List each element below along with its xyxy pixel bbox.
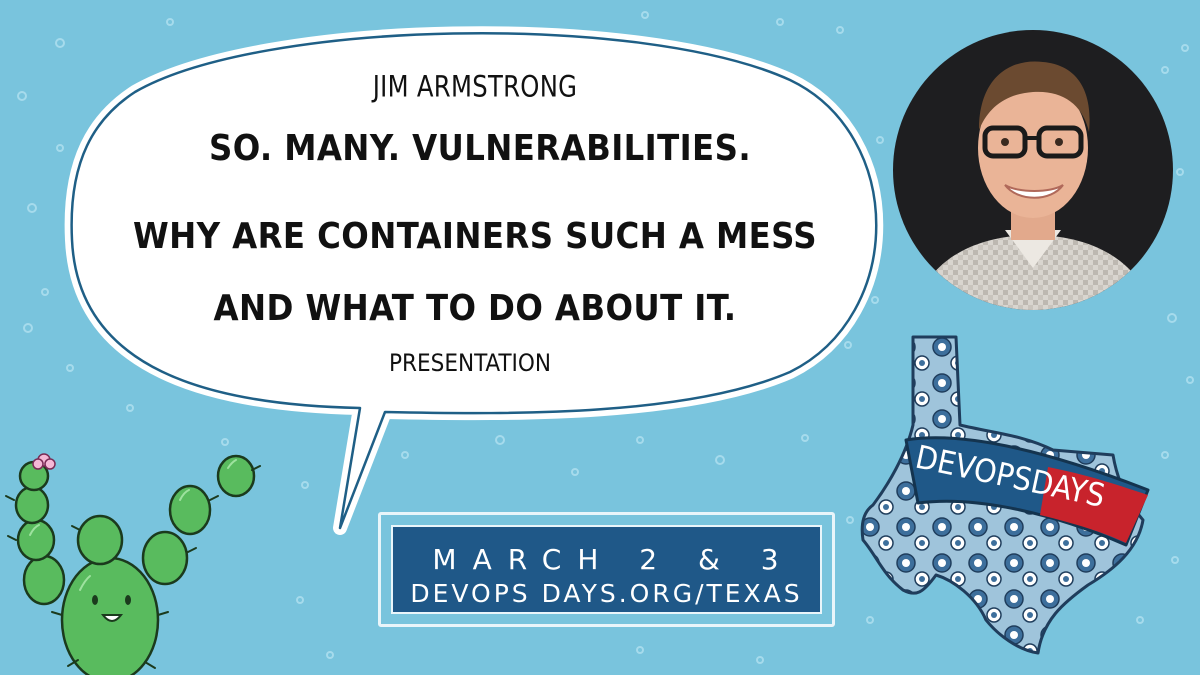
speaker-photo (893, 30, 1173, 310)
talk-title-line-1: SO. MANY. VULNERABILITIES. (208, 128, 752, 169)
devopsdays-texas-logo: DEVOPSDAYS (860, 335, 1150, 655)
presentation-type: PRESENTATION (388, 349, 552, 377)
speaker-name: JIM ARMSTRONG (372, 70, 578, 105)
talk-title-line-2: WHY ARE CONTAINERS SUCH A MESS AND WHAT … (132, 216, 818, 329)
event-dates: MARCH 2 & 3 (432, 543, 795, 576)
event-date-panel: MARCH 2 & 3 DEVOPS DAYS.ORG/TEXAS (391, 525, 822, 614)
cactus-illustration (5, 453, 261, 675)
event-url[interactable]: DEVOPS DAYS.ORG/TEXAS (393, 579, 820, 608)
event-date-box: MARCH 2 & 3 DEVOPS DAYS.ORG/TEXAS (378, 512, 835, 627)
